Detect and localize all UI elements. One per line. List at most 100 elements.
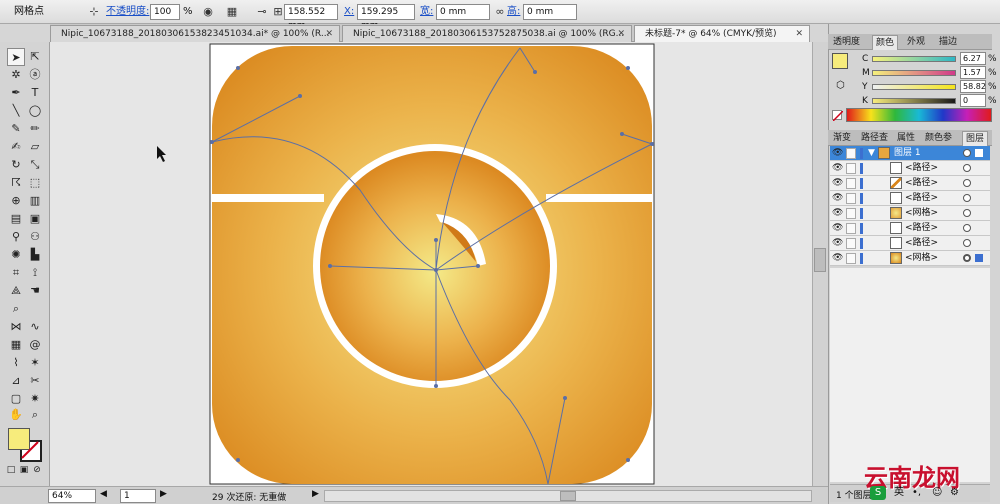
scrollbar-thumb[interactable] xyxy=(814,248,826,272)
shape-builder-tool-icon[interactable]: ⊕ xyxy=(7,192,25,210)
color-mode-icon[interactable]: □ xyxy=(5,464,17,476)
width-label[interactable]: 宽: xyxy=(420,0,433,24)
target-icon[interactable] xyxy=(963,239,971,247)
scissors-tool-icon[interactable]: ✂ xyxy=(26,372,44,390)
free-transform-tool-icon[interactable]: ⬚ xyxy=(26,174,44,192)
column-graph-tool-icon[interactable]: ▙ xyxy=(26,246,44,264)
eye-icon[interactable]: 👁 xyxy=(832,178,843,188)
input-y[interactable]: 58.82 xyxy=(960,80,986,93)
ime-emoji-icon[interactable]: ☺ xyxy=(932,486,942,500)
layer-row[interactable]: 👁 <路径> xyxy=(830,161,990,176)
height-input[interactable]: 0 mm xyxy=(523,4,577,20)
selection-indicator[interactable] xyxy=(975,149,983,157)
lock-toggle[interactable] xyxy=(846,223,856,234)
slider-k[interactable] xyxy=(872,98,956,104)
inner-circle[interactable] xyxy=(320,151,550,381)
anchor-icon[interactable]: ⊸ xyxy=(254,4,270,20)
magnifier-icon[interactable]: ⌕ xyxy=(26,406,44,424)
blob-brush-tool-icon[interactable]: ✍ xyxy=(7,138,25,156)
lasso-tool-icon[interactable]: ⓐ xyxy=(26,66,44,84)
slider-y[interactable] xyxy=(872,84,956,90)
tab-gradient[interactable]: 渐变 xyxy=(830,131,854,146)
width-tool-icon[interactable]: ⋈ xyxy=(7,318,25,336)
blend-tool-icon[interactable]: ⚇ xyxy=(26,228,44,246)
gradient-mode-icon[interactable]: ▣ xyxy=(18,464,30,476)
tab-color[interactable]: 颜色 xyxy=(872,35,899,50)
target-icon[interactable] xyxy=(963,149,971,157)
mesh-tool-icon[interactable]: ⌗ xyxy=(7,264,25,282)
color-fill-swatch[interactable] xyxy=(832,53,848,69)
rotate-tool-icon[interactable]: ↻ xyxy=(7,156,25,174)
lock-toggle[interactable] xyxy=(846,208,856,219)
first-artboard-icon[interactable]: ◀ xyxy=(100,489,107,499)
target-icon[interactable] xyxy=(963,254,971,262)
left-bar[interactable] xyxy=(212,194,324,202)
artboard-select[interactable]: 1 xyxy=(120,489,156,503)
x-input[interactable]: 158.552 mm xyxy=(284,4,338,31)
width-input[interactable]: 0 mm xyxy=(436,4,490,20)
warp-mesh-tool-icon[interactable]: ∿ xyxy=(26,318,44,336)
color-cube-icon[interactable]: ⬡ xyxy=(836,80,845,91)
warp-tool-icon[interactable]: ☈ xyxy=(7,174,25,192)
tab-color-guide[interactable]: 颜色参 xyxy=(922,131,955,146)
direct-selection-tool-icon[interactable]: ⇱ xyxy=(26,48,44,66)
input-c[interactable]: 6.27 xyxy=(960,52,986,65)
lock-toggle[interactable] xyxy=(846,163,856,174)
status-menu-icon[interactable]: ▶ xyxy=(312,489,319,499)
align-icon[interactable]: ▦ xyxy=(224,4,240,20)
x-label[interactable]: X: xyxy=(344,0,354,24)
layer-row[interactable]: 👁 <路径> xyxy=(830,176,990,191)
lock-toggle[interactable] xyxy=(846,178,856,189)
eye-icon[interactable]: 👁 xyxy=(832,208,843,218)
selection-indicator[interactable] xyxy=(975,254,983,262)
horizontal-scrollbar-thumb[interactable] xyxy=(560,491,576,501)
tab-transparency[interactable]: 透明度 xyxy=(830,35,863,50)
y-input[interactable]: 159.295 mm xyxy=(357,4,415,31)
height-label[interactable]: 高: xyxy=(507,0,520,24)
type-tool-icon[interactable]: T xyxy=(26,84,44,102)
expand-icon[interactable]: ▼ xyxy=(868,148,875,158)
none-mode-icon[interactable]: ⊘ xyxy=(31,464,43,476)
tab-appearance[interactable]: 外观 xyxy=(904,35,928,50)
ellipse-tool-icon[interactable]: ◯ xyxy=(26,102,44,120)
zoom-select[interactable]: 64% xyxy=(48,489,96,503)
eye-icon[interactable]: 👁 xyxy=(832,238,843,248)
measure-tool-icon[interactable]: ⊿ xyxy=(7,372,25,390)
target-icon[interactable] xyxy=(963,194,971,202)
recolor-icon[interactable]: ◉ xyxy=(200,4,216,20)
tab-stroke[interactable]: 描边 xyxy=(936,35,960,50)
tab-document-1[interactable]: Nipic_10673188_20180306153823451034.ai* … xyxy=(50,25,340,42)
layer-row[interactable]: 👁 <路径> xyxy=(830,236,990,251)
hand-icon[interactable]: ✋ xyxy=(7,406,25,424)
close-icon[interactable]: ✕ xyxy=(795,26,803,42)
slider-m[interactable] xyxy=(872,70,956,76)
color-spectrum[interactable] xyxy=(846,108,992,122)
lock-toggle[interactable] xyxy=(846,253,856,264)
mesh-icon[interactable]: ⊹ xyxy=(86,4,102,20)
ime-punct-icon[interactable]: •, xyxy=(912,486,921,500)
ime-language[interactable]: 英 xyxy=(894,486,904,500)
layer-row[interactable]: 👁 <路径> xyxy=(830,191,990,206)
slider-c[interactable] xyxy=(872,56,956,62)
zoom-tool-icon[interactable]: ⌕ xyxy=(7,300,25,318)
artboard-tool-icon[interactable]: ⟟ xyxy=(26,264,44,282)
target-icon[interactable] xyxy=(963,224,971,232)
pen-tool-icon[interactable]: ✒ xyxy=(7,84,25,102)
opacity-label[interactable]: 不透明度: xyxy=(106,0,149,24)
line-tool-icon[interactable]: ╲ xyxy=(7,102,25,120)
selection-tool-icon[interactable]: ➤ xyxy=(7,48,25,66)
next-artboard-icon[interactable]: ▶ xyxy=(160,489,167,499)
canvas-area[interactable] xyxy=(50,42,828,486)
right-bar[interactable] xyxy=(546,194,652,202)
eye-icon[interactable]: 👁 xyxy=(832,223,843,233)
star-tool-icon[interactable]: ✶ xyxy=(26,354,44,372)
hand-tool-icon[interactable]: ☚ xyxy=(26,282,44,300)
input-m[interactable]: 1.57 xyxy=(960,66,986,79)
eyedropper-tool-icon[interactable]: ⚲ xyxy=(7,228,25,246)
input-k[interactable]: 0 xyxy=(960,94,986,107)
lock-toggle[interactable] xyxy=(846,238,856,249)
lock-toggle[interactable] xyxy=(846,193,856,204)
spiral-tool-icon[interactable]: @ xyxy=(26,336,44,354)
magic-wand-tool-icon[interactable]: ✲ xyxy=(7,66,25,84)
eraser-tool-icon[interactable]: ▱ xyxy=(26,138,44,156)
